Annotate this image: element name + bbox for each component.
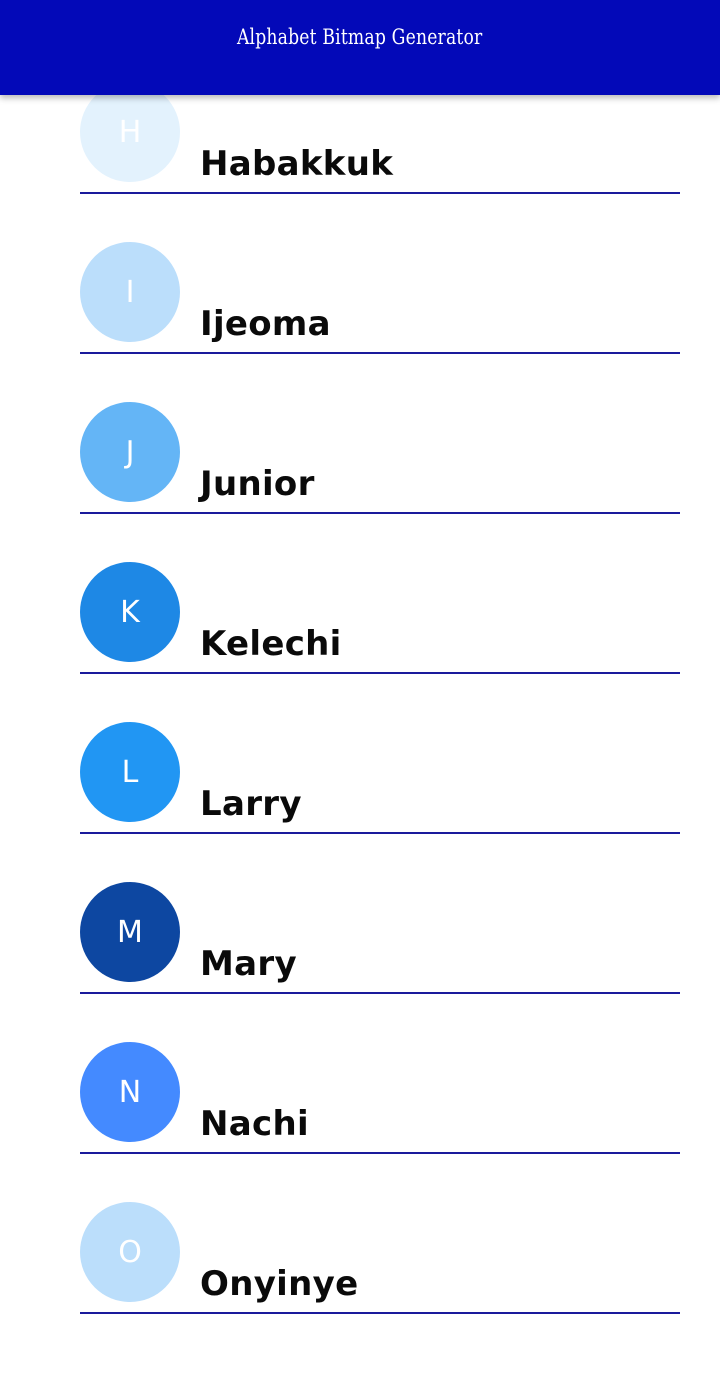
contact-list[interactable]: H Habakkuk I Ijeoma J Junior K Kelechi L [0, 0, 720, 1375]
list-item[interactable]: M Mary [80, 882, 680, 994]
contact-name: Mary [200, 944, 297, 984]
avatar-initial: K [120, 594, 140, 630]
contact-name: Onyinye [200, 1264, 359, 1304]
avatar: I [80, 242, 180, 342]
list-item[interactable]: O Onyinye [80, 1202, 680, 1314]
avatar-initial: L [121, 754, 139, 790]
app-screen: Alphabet Bitmap Generator H Habakkuk I I… [0, 0, 720, 1375]
list-item[interactable]: K Kelechi [80, 562, 680, 674]
avatar-initial: M [117, 914, 143, 950]
list-item[interactable]: N Nachi [80, 1042, 680, 1154]
app-bar: Alphabet Bitmap Generator [0, 0, 720, 95]
list-item[interactable]: I Ijeoma [80, 242, 680, 354]
app-title: Alphabet Bitmap Generator [237, 25, 483, 49]
avatar: O [80, 1202, 180, 1302]
avatar-initial: N [118, 1074, 142, 1110]
avatar: M [80, 882, 180, 982]
contact-name: Junior [200, 464, 315, 504]
avatar: H [80, 82, 180, 182]
avatar: L [80, 722, 180, 822]
contact-name: Nachi [200, 1104, 309, 1144]
avatar: N [80, 1042, 180, 1142]
avatar-initial: O [118, 1234, 142, 1270]
avatar-initial: J [125, 434, 135, 470]
contact-name: Kelechi [200, 624, 342, 664]
avatar: J [80, 402, 180, 502]
avatar: K [80, 562, 180, 662]
contact-name: Larry [200, 784, 302, 824]
contact-name: Habakkuk [200, 144, 394, 184]
list-item[interactable]: J Junior [80, 402, 680, 514]
contact-name: Ijeoma [200, 304, 331, 344]
list-item[interactable]: H Habakkuk [80, 82, 680, 194]
list-item[interactable]: L Larry [80, 722, 680, 834]
avatar-initial: H [118, 114, 142, 150]
avatar-initial: I [125, 274, 135, 310]
